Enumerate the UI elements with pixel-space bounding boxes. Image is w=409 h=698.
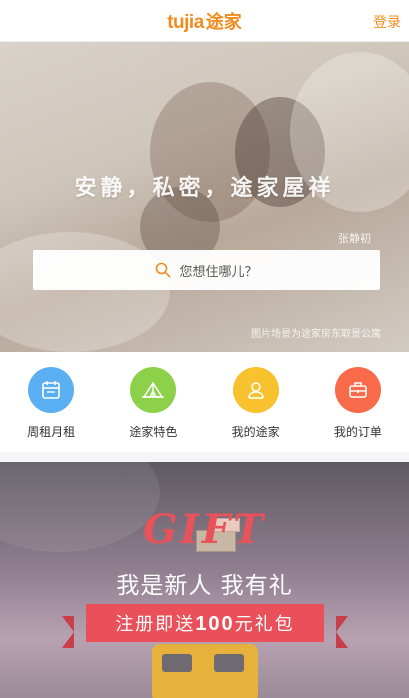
calendar-icon bbox=[28, 367, 75, 413]
ribbon-prefix: 注册即送 bbox=[115, 614, 196, 635]
section-divider bbox=[0, 452, 409, 462]
search-icon bbox=[156, 262, 171, 278]
logo-cn-text: 途家 bbox=[205, 12, 242, 33]
briefcase-icon bbox=[334, 367, 381, 413]
tent-icon bbox=[130, 367, 177, 413]
ribbon-text: 注册即送100元礼包 bbox=[115, 610, 294, 636]
tujia-logo[interactable]: tujia 途家 bbox=[0, 8, 409, 34]
register-gift-ribbon[interactable]: 注册即送100元礼包 bbox=[86, 604, 324, 642]
hero-banner[interactable]: 安静，私密，途家屋祥 张静初 图片场景为途家房东取景公寓 bbox=[0, 42, 409, 352]
user-icon bbox=[232, 367, 279, 413]
logo-latin-text: tujia bbox=[167, 12, 204, 33]
top-header: tujia 途家 登录 bbox=[0, 0, 409, 42]
quick-link-rental[interactable]: 周租月租 bbox=[0, 352, 102, 452]
quick-link-my-tujia[interactable]: 我的途家 bbox=[205, 352, 307, 452]
ribbon-suffix: 元礼包 bbox=[234, 614, 295, 635]
ribbon-tail-right bbox=[336, 616, 348, 648]
quick-link-label: 我的订单 bbox=[333, 425, 382, 439]
car-window bbox=[162, 654, 192, 672]
ribbon-amount: 100 bbox=[195, 613, 235, 635]
quick-link-label: 周租月租 bbox=[27, 425, 76, 439]
toy-car-image bbox=[152, 644, 258, 698]
search-box[interactable]: 您想住哪儿？ bbox=[33, 250, 380, 290]
hero-credit: 图片场景为途家房东取景公寓 bbox=[251, 329, 381, 340]
quick-links: 周租月租 途家特色 我的途家 我的订单 bbox=[0, 352, 409, 452]
quick-link-label: 途家特色 bbox=[129, 425, 178, 439]
hero-slogan: 安静，私密，途家屋祥 bbox=[74, 176, 335, 201]
quick-link-features[interactable]: 途家特色 bbox=[102, 352, 204, 452]
quick-link-orders[interactable]: 我的订单 bbox=[307, 352, 409, 452]
quick-link-label: 我的途家 bbox=[231, 425, 280, 439]
newcomer-gift-banner[interactable]: GIFT 我是新人 我有礼 注册即送100元礼包 bbox=[0, 462, 409, 698]
gift-word: GIFT bbox=[142, 506, 267, 553]
ribbon-tail-left bbox=[62, 616, 74, 648]
car-window bbox=[214, 654, 244, 672]
banner-title: 我是新人 我有礼 bbox=[116, 573, 293, 599]
login-link[interactable]: 登录 bbox=[373, 12, 401, 32]
hero-name-tag: 张静初 bbox=[338, 232, 371, 245]
search-placeholder: 您想住哪儿？ bbox=[179, 264, 258, 280]
